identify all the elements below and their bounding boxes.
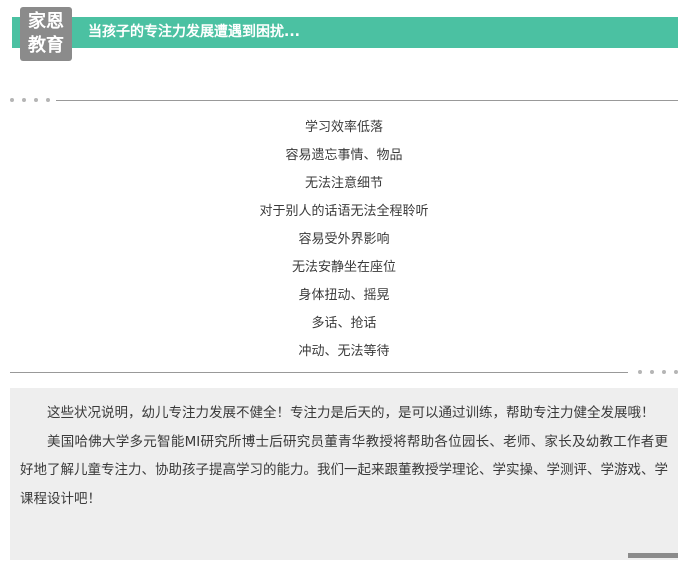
symptom-list: 学习效率低落 容易遗忘事情、物品 无法注意细节 对于别人的话语无法全程聆听 容易… [0,114,688,366]
divider-line [56,100,678,101]
symptom-item: 冲动、无法等待 [298,344,390,359]
info-paragraph-1: 这些状况说明，幼儿专注力发展不健全！专注力是后天的，是可以通过训练，帮助专注力健… [47,405,655,421]
divider-dots [630,370,678,374]
symptom-item: 多话、抢话 [311,316,377,331]
article-page: 家恩 教育 当孩子的专注力发展遭遇到困扰... 学习效率低落 容易遗忘事情、物品… [0,0,688,570]
corner-accent [628,553,678,558]
symptom-item: 容易受外界影响 [298,232,390,247]
bottom-divider [10,368,678,378]
logo-text-line2: 教育 [28,35,64,56]
symptom-item: 身体扭动、摇晃 [298,288,390,303]
top-divider [10,96,678,106]
info-box: 这些状况说明，幼儿专注力发展不健全！专注力是后天的，是可以通过训练，帮助专注力健… [10,388,678,560]
divider-line [10,372,628,373]
header-title: 当孩子的专注力发展遭遇到困扰... [88,24,300,40]
symptom-item: 无法注意细节 [304,176,383,191]
symptom-item: 对于别人的话语无法全程聆听 [259,204,429,219]
symptom-item: 容易遗忘事情、物品 [285,148,403,163]
divider-dots [10,98,58,102]
symptom-item: 无法安静坐在座位 [291,260,396,275]
brand-logo: 家恩 教育 [20,7,72,61]
symptom-item: 学习效率低落 [304,120,383,135]
info-paragraph-2: 美国哈佛大学多元智能MI研究所博士后研究员董青华教授将帮助各位园长、老师、家长及… [20,433,668,507]
logo-text-line1: 家恩 [28,11,64,32]
